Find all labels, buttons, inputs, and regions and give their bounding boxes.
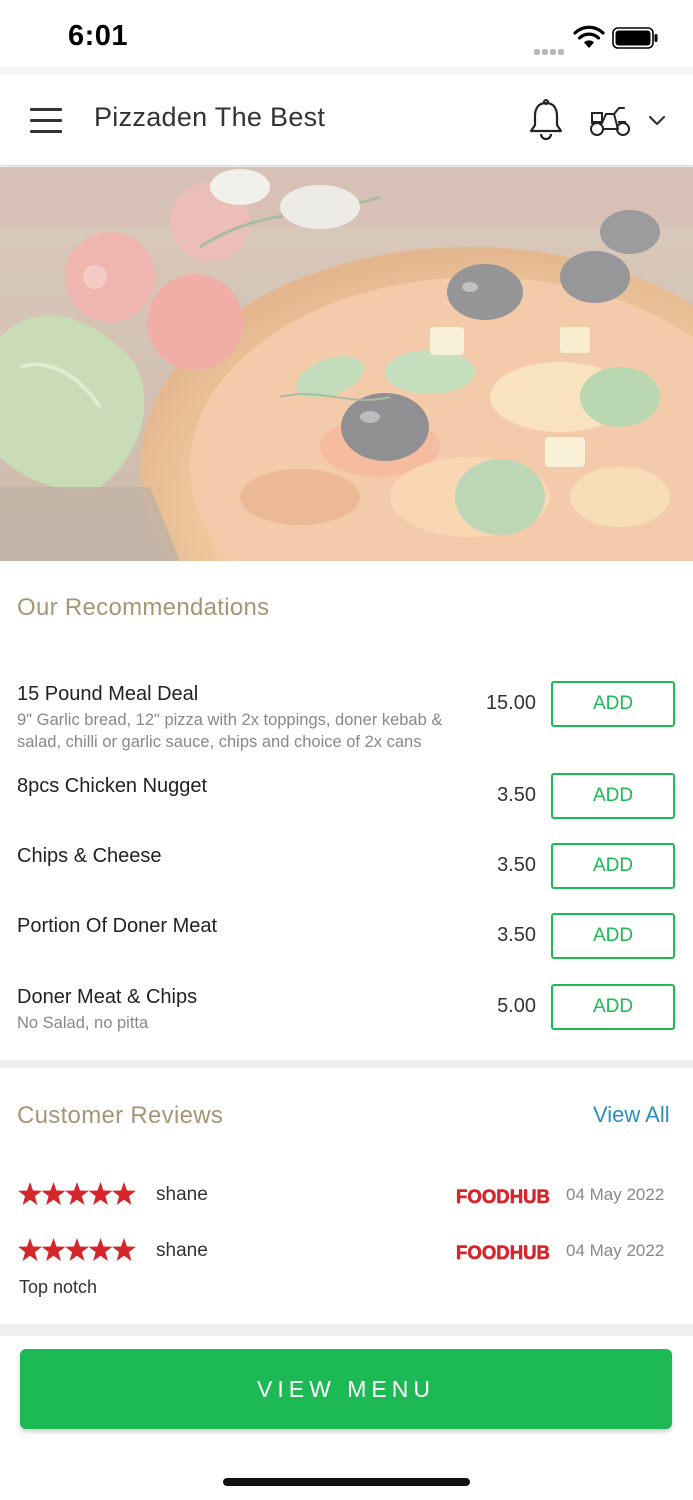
review-item: shane FOODHUB 04 May 2022	[0, 1238, 693, 1278]
item-price: 15.00	[485, 692, 536, 714]
review-item: shane FOODHUB 04 May 2022	[0, 1182, 693, 1222]
home-indicator	[223, 1478, 470, 1486]
view-menu-button[interactable]: VIEW MENU	[20, 1349, 672, 1429]
hero-pizza-image	[0, 167, 693, 561]
bell-icon[interactable]	[526, 98, 566, 142]
add-button[interactable]: ADD	[551, 984, 675, 1030]
foodhub-logo: FOODHUB	[456, 1243, 550, 1262]
foodhub-logo: FOODHUB	[456, 1187, 550, 1206]
item-name: Chips & Cheese	[17, 845, 162, 867]
item-name: Doner Meat & Chips	[17, 986, 198, 1008]
review-text: Top notch	[19, 1277, 98, 1297]
battery-icon	[612, 27, 658, 49]
status-bar: 6:01	[0, 0, 693, 66]
cellular-signal-icon	[534, 42, 566, 55]
add-button[interactable]: ADD	[551, 681, 675, 727]
view-all-link[interactable]: View All	[593, 1102, 670, 1128]
section-divider	[0, 1324, 693, 1336]
add-button[interactable]: ADD	[551, 843, 675, 889]
item-name: 8pcs Chicken Nugget	[17, 775, 208, 797]
item-price: 3.50	[497, 854, 536, 876]
wifi-icon	[573, 25, 605, 48]
item-price: 3.50	[497, 924, 536, 946]
star-rating-icon	[18, 1182, 136, 1205]
item-description: No Salad, no pitta	[17, 1014, 149, 1032]
app-header: Pizzaden The Best	[0, 74, 693, 166]
add-button[interactable]: ADD	[551, 913, 675, 959]
item-price: 5.00	[497, 995, 536, 1017]
reviewer-name: shane	[156, 1184, 208, 1205]
recommendations-heading: Our Recommendations	[17, 594, 270, 621]
item-name: 15 Pound Meal Deal	[17, 683, 199, 705]
menu-icon[interactable]	[28, 106, 64, 134]
section-divider	[0, 1060, 693, 1068]
star-rating-icon	[18, 1238, 136, 1261]
item-price: 3.50	[497, 784, 536, 806]
chevron-down-icon[interactable]	[646, 112, 668, 128]
page-title: Pizzaden The Best	[94, 102, 326, 132]
review-date: 04 May 2022	[566, 1241, 665, 1260]
item-description: 9" Garlic bread, 12" pizza with 2x toppi…	[17, 711, 443, 751]
svg-text:FOODHUB: FOODHUB	[456, 1243, 550, 1262]
status-time: 6:01	[68, 20, 129, 52]
svg-text:FOODHUB: FOODHUB	[456, 1187, 550, 1206]
delivery-scooter-icon[interactable]	[588, 102, 632, 138]
item-name: Portion Of Doner Meat	[17, 915, 218, 937]
reviews-heading: Customer Reviews	[17, 1102, 224, 1129]
add-button[interactable]: ADD	[551, 773, 675, 819]
review-date: 04 May 2022	[566, 1185, 665, 1204]
reviewer-name: shane	[156, 1240, 208, 1261]
header-gap	[0, 66, 693, 74]
